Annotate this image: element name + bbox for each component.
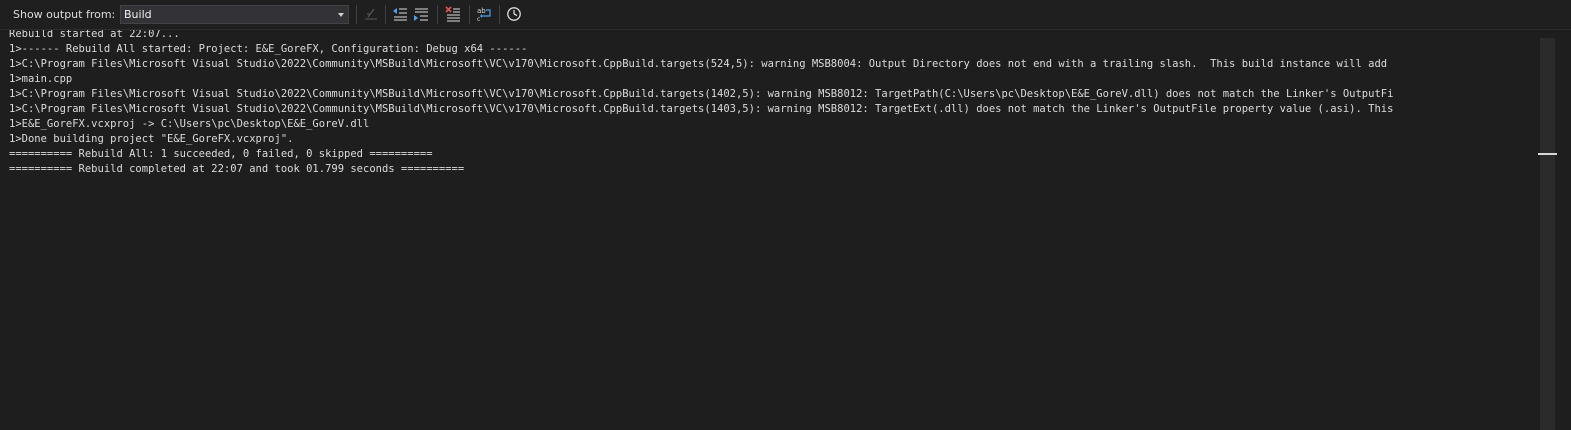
output-window: Show output from: Build ab c Rebuild sta… bbox=[0, 0, 1571, 430]
go-to-line-icon bbox=[365, 8, 377, 20]
toolbar-separator bbox=[385, 5, 386, 24]
toolbar-separator bbox=[469, 5, 470, 24]
chevron-down-icon bbox=[338, 13, 344, 17]
toggle-word-wrap-button[interactable]: ab c bbox=[474, 4, 494, 24]
previous-message-icon bbox=[393, 8, 407, 21]
scrollbar-position-marker bbox=[1538, 153, 1557, 155]
svg-text:ab: ab bbox=[477, 7, 486, 15]
scrollbar-track[interactable] bbox=[1540, 38, 1555, 430]
svg-text:c: c bbox=[477, 16, 480, 22]
output-line: ========== Rebuild completed at 22:07 an… bbox=[9, 163, 465, 175]
output-toolbar: Show output from: Build ab c bbox=[0, 0, 1571, 30]
word-wrap-icon: ab c bbox=[477, 7, 491, 22]
output-line: 1>Done building project "E&E_GoreFX.vcxp… bbox=[9, 133, 294, 145]
output-text-pane[interactable]: Rebuild started at 22:07... 1>------ Reb… bbox=[6, 30, 1538, 430]
output-line: 1>main.cpp bbox=[9, 73, 73, 85]
output-line: 1>------ Rebuild All started: Project: E… bbox=[9, 43, 528, 55]
toolbar-separator bbox=[437, 5, 438, 24]
toolbar-separator bbox=[356, 5, 357, 24]
output-line: ========== Rebuild All: 1 succeeded, 0 f… bbox=[9, 148, 433, 160]
clock-icon bbox=[507, 7, 521, 21]
next-message-icon bbox=[414, 8, 428, 21]
output-line: 1>E&E_GoreFX.vcxproj -> C:\Users\pc\Desk… bbox=[9, 118, 370, 130]
output-line: 1>C:\Program Files\Microsoft Visual Stud… bbox=[9, 88, 1394, 100]
toolbar-separator bbox=[499, 5, 500, 24]
clear-all-button[interactable] bbox=[443, 4, 463, 24]
output-source-dropdown[interactable]: Build bbox=[120, 5, 349, 24]
output-line: Rebuild started at 22:07... bbox=[9, 30, 180, 40]
show-timestamps-button[interactable] bbox=[504, 4, 524, 24]
clear-all-icon bbox=[445, 6, 460, 22]
output-line: 1>C:\Program Files\Microsoft Visual Stud… bbox=[9, 103, 1394, 115]
go-to-error-button[interactable] bbox=[361, 4, 381, 24]
output-source-value: Build bbox=[124, 8, 152, 21]
previous-message-button[interactable] bbox=[390, 4, 410, 24]
next-message-button[interactable] bbox=[411, 4, 431, 24]
show-output-from-label: Show output from: bbox=[13, 8, 116, 21]
output-line: 1>C:\Program Files\Microsoft Visual Stud… bbox=[9, 58, 1388, 70]
